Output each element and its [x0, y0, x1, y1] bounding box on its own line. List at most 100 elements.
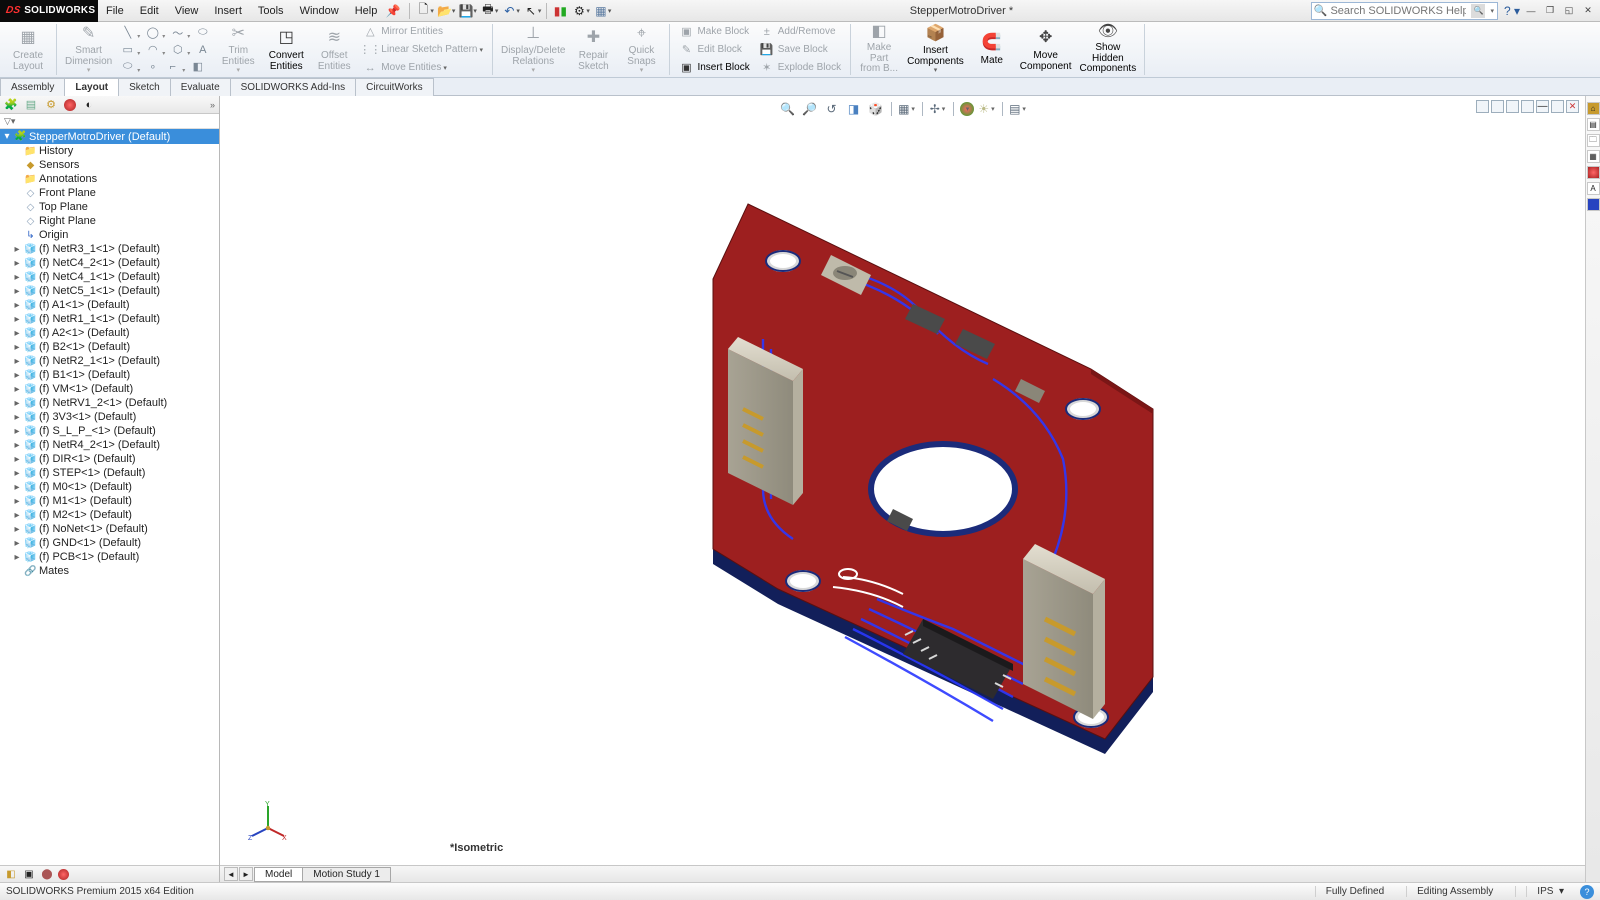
tp-resources-icon[interactable]: ⌂: [1587, 102, 1600, 115]
tree-item[interactable]: ▸🧊(f) S_L_P_<1> (Default): [0, 424, 219, 438]
edit-block-button[interactable]: ✎Edit Block: [674, 41, 754, 58]
tree-item[interactable]: ▸🧊(f) NetR4_2<1> (Default): [0, 438, 219, 452]
tree-item[interactable]: ▸🧊(f) 3V3<1> (Default): [0, 410, 219, 424]
poly-tool-icon[interactable]: ⬡: [170, 42, 185, 57]
mtab-motion-study[interactable]: Motion Study 1: [302, 867, 391, 882]
display-delete-relations-button[interactable]: ⊥Display/Delete Relations▾: [497, 24, 569, 76]
sb-icon-1[interactable]: ◧: [4, 867, 18, 881]
tree-item[interactable]: ↳Origin: [0, 228, 219, 242]
vp-4-button[interactable]: [1521, 100, 1534, 113]
select-button[interactable]: ↖▾: [523, 3, 542, 19]
tree-item[interactable]: ▸🧊(f) VM<1> (Default): [0, 382, 219, 396]
display-style-icon[interactable]: ▦: [898, 100, 916, 118]
edit-appearance-icon[interactable]: [960, 102, 974, 116]
prev-view-icon[interactable]: ↺: [823, 100, 841, 118]
tree-item[interactable]: ▸🧊(f) M1<1> (Default): [0, 494, 219, 508]
tree-item[interactable]: 📁History: [0, 144, 219, 158]
tab-assembly[interactable]: Assembly: [0, 78, 65, 96]
search-input[interactable]: [1328, 4, 1468, 18]
trim-entities-button[interactable]: ✂Trim Entities▾: [214, 24, 262, 76]
tree-item[interactable]: ▸🧊(f) NoNet<1> (Default): [0, 522, 219, 536]
restore-button[interactable]: ❐: [1542, 4, 1558, 18]
tab-layout[interactable]: Layout: [64, 78, 119, 96]
vp-single-button[interactable]: [1476, 100, 1489, 113]
tree-item[interactable]: ▸🧊(f) B1<1> (Default): [0, 368, 219, 382]
section-view-icon[interactable]: ◨: [845, 100, 863, 118]
insert-block-button[interactable]: ▣Insert Block: [674, 59, 754, 76]
apply-scene-icon[interactable]: ☀: [978, 100, 996, 118]
plane-tool-icon[interactable]: ◧: [190, 59, 205, 74]
close-button[interactable]: ✕: [1580, 4, 1596, 18]
tree-item[interactable]: ▸🧊(f) STEP<1> (Default): [0, 466, 219, 480]
circle-tool-icon[interactable]: ◯: [145, 25, 160, 40]
zoom-area-icon[interactable]: 🔎: [801, 100, 819, 118]
tree-item[interactable]: ▸🧊(f) M0<1> (Default): [0, 480, 219, 494]
view-settings-icon[interactable]: ▤: [1009, 100, 1027, 118]
fm-tab-appearance-icon[interactable]: [64, 99, 76, 111]
vp-2h-button[interactable]: [1491, 100, 1504, 113]
tree-item[interactable]: 🔗Mates: [0, 564, 219, 578]
menu-view[interactable]: View: [167, 0, 207, 21]
tab-addins[interactable]: SOLIDWORKS Add-Ins: [230, 78, 356, 96]
repair-sketch-button[interactable]: ✚Repair Sketch: [569, 24, 617, 76]
sb-icon-3[interactable]: ⬤: [40, 867, 54, 881]
tp-appearances-icon[interactable]: [1587, 166, 1600, 179]
fillet-tool-icon[interactable]: ⌐: [165, 59, 180, 74]
hide-show-icon[interactable]: ✢: [929, 100, 947, 118]
menu-help[interactable]: Help: [347, 0, 386, 21]
tab-evaluate[interactable]: Evaluate: [170, 78, 231, 96]
tp-forum-icon[interactable]: [1587, 198, 1600, 211]
mtab-scroll-left[interactable]: ◄: [224, 867, 238, 881]
tree-item[interactable]: ▸🧊(f) B2<1> (Default): [0, 340, 219, 354]
make-part-button[interactable]: ◧Make Part from B...: [855, 24, 903, 76]
fm-collapse-button[interactable]: »: [210, 100, 215, 110]
tree-item[interactable]: ▸🧊(f) A1<1> (Default): [0, 298, 219, 312]
sb-icon-4[interactable]: [58, 869, 69, 880]
fm-tab-tree-icon[interactable]: 🧩: [4, 98, 18, 112]
mtab-model[interactable]: Model: [254, 867, 303, 882]
undo-button[interactable]: ↶▾: [501, 3, 520, 19]
mirror-entities-button[interactable]: △Mirror Entities: [358, 23, 488, 40]
fm-tab-property-icon[interactable]: ▤: [24, 98, 38, 112]
menu-file[interactable]: File: [98, 0, 132, 21]
graphics-viewport[interactable]: 🔍 🔎 ↺ ◨ 🎲 ▦ ✢ ☀ ▤ — ✕: [220, 96, 1585, 882]
explode-block-button[interactable]: ✶Explode Block: [755, 59, 846, 76]
menu-pin-icon[interactable]: 📌: [385, 0, 401, 21]
tree-item[interactable]: ▸🧊(f) DIR<1> (Default): [0, 452, 219, 466]
arc-tool-icon[interactable]: ◠: [145, 42, 160, 57]
help-button[interactable]: ? ▾: [1504, 4, 1520, 18]
ellipse-tool-icon[interactable]: ⬭: [195, 25, 210, 40]
save-button[interactable]: 💾▾: [458, 3, 477, 19]
rebuild-traffic-icon[interactable]: ▮▮: [552, 3, 568, 19]
fm-tab-config-icon[interactable]: ⚙: [44, 98, 58, 112]
print-button[interactable]: 🖶▾: [480, 3, 499, 19]
tree-item[interactable]: ▸🧊(f) NetR1_1<1> (Default): [0, 312, 219, 326]
tp-designlib-icon[interactable]: ▤: [1587, 118, 1600, 131]
text-tool-icon[interactable]: A: [195, 42, 210, 57]
new-doc-button[interactable]: 🗋▾: [415, 3, 434, 19]
quick-snaps-button[interactable]: ⌖Quick Snaps▾: [617, 24, 665, 76]
tree-item[interactable]: ▸🧊(f) A2<1> (Default): [0, 326, 219, 340]
line-tool-icon[interactable]: ╲: [120, 25, 135, 40]
tree-item[interactable]: ▸🧊(f) NetR3_1<1> (Default): [0, 242, 219, 256]
feature-tree[interactable]: ▾🧩StepperMotroDriver (Default)📁History◆S…: [0, 129, 219, 865]
offset-entities-button[interactable]: ≋Offset Entities: [310, 24, 358, 76]
options-button[interactable]: ⚙▾: [571, 3, 590, 19]
tab-sketch[interactable]: Sketch: [118, 78, 171, 96]
search-go-icon[interactable]: 🔍: [1471, 4, 1485, 18]
tree-item[interactable]: ▸🧊(f) GND<1> (Default): [0, 536, 219, 550]
tree-item[interactable]: ▸🧊(f) NetR2_1<1> (Default): [0, 354, 219, 368]
tree-item[interactable]: ◇Right Plane: [0, 214, 219, 228]
mtab-scroll-right[interactable]: ►: [239, 867, 253, 881]
convert-entities-button[interactable]: ◳Convert Entities: [262, 24, 310, 76]
view-triad[interactable]: Y X Z: [248, 800, 288, 840]
point-tool-icon[interactable]: ∘: [145, 59, 160, 74]
vp-max-button[interactable]: [1551, 100, 1564, 113]
menu-edit[interactable]: Edit: [132, 0, 167, 21]
tree-item[interactable]: 📁Annotations: [0, 172, 219, 186]
tree-item[interactable]: ▸🧊(f) PCB<1> (Default): [0, 550, 219, 564]
zoom-fit-icon[interactable]: 🔍: [779, 100, 797, 118]
tree-item[interactable]: ▸🧊(f) NetC4_2<1> (Default): [0, 256, 219, 270]
tree-item[interactable]: ◇Front Plane: [0, 186, 219, 200]
open-doc-button[interactable]: 📂▾: [437, 3, 456, 19]
